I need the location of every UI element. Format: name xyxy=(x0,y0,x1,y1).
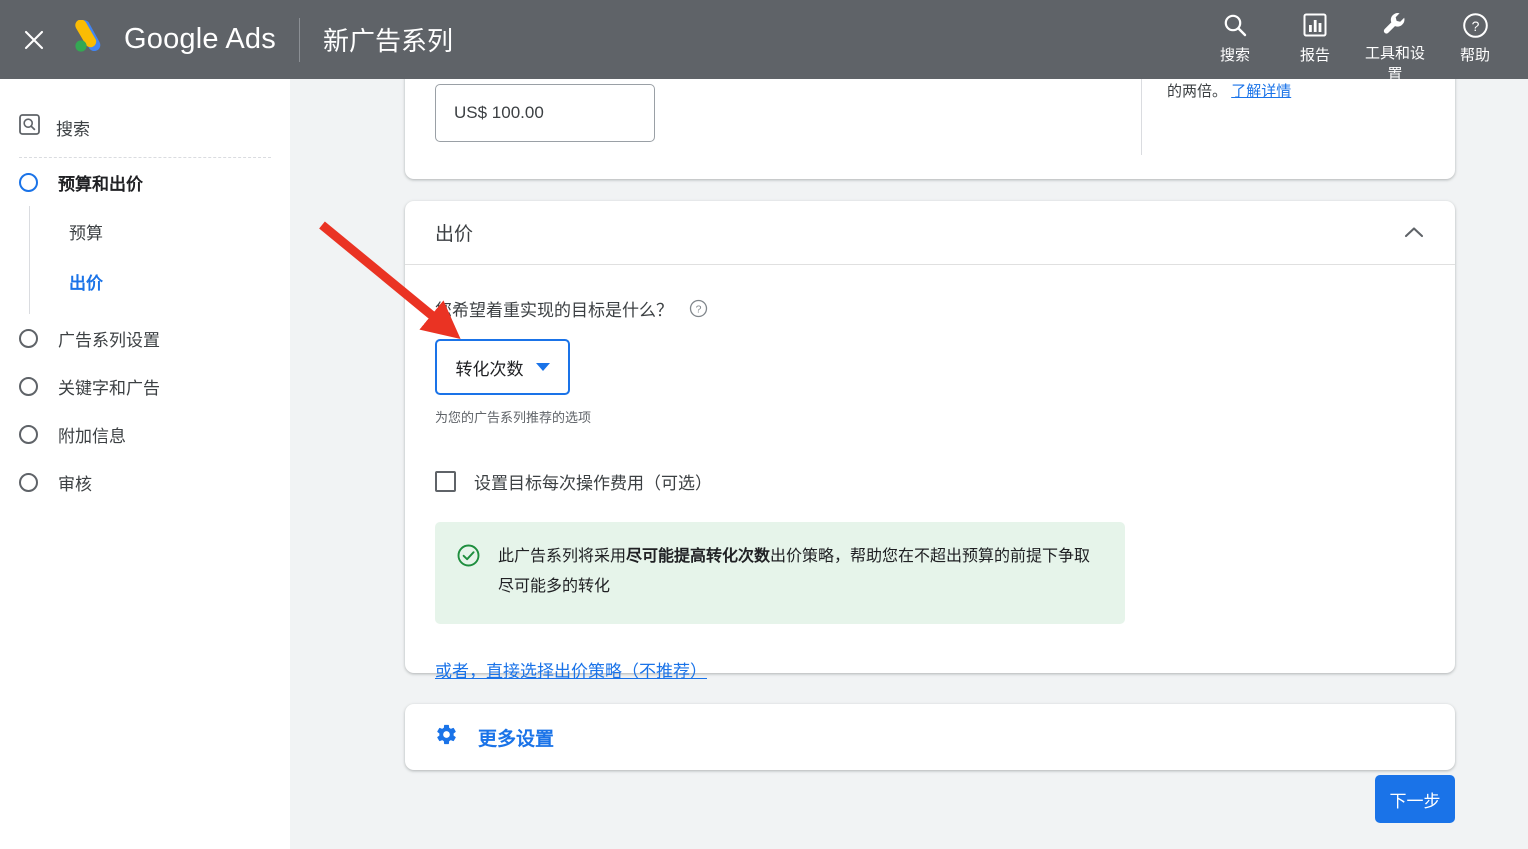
bidding-strategy-notice: 此广告系列将采用尽可能提高转化次数出价策略，帮助您在不超出预算的前提下争取尽可能… xyxy=(435,522,1125,624)
more-settings-label: 更多设置 xyxy=(478,724,554,751)
sidebar-item-search[interactable]: 搜索 xyxy=(0,105,290,149)
google-ads-brand[interactable]: Google Ads xyxy=(72,20,276,59)
top-app-bar: Google Ads 新广告系列 搜索 xyxy=(0,0,1528,79)
sidebar-step-review[interactable]: 审核 xyxy=(0,458,290,506)
bidding-goal-select-value: 转化次数 xyxy=(456,355,524,380)
check-circle-icon xyxy=(457,544,480,572)
sidebar-step-campaign-settings[interactable]: 广告系列设置 xyxy=(0,314,290,362)
header-action-search[interactable]: 搜索 xyxy=(1195,10,1275,79)
header-actions: 搜索 报告 工具和 xyxy=(1195,0,1528,79)
sidebar-step-label: 预算和出价 xyxy=(58,170,143,195)
sidebar-search-label: 搜索 xyxy=(56,115,90,140)
bidding-card-body: 您希望着重实现的目标是什么？ ? 转化次数 为您的广告系列推荐的选项 xyxy=(405,265,1455,682)
budget-card: US$ 100.00 一个月平均天数的乘积。有些天的实际支出可能低于每日预算，而… xyxy=(405,79,1455,179)
header-divider xyxy=(299,18,300,62)
sidebar-step-budget-and-bidding[interactable]: 预算和出价 xyxy=(0,158,290,206)
bidding-card-header: 出价 xyxy=(405,201,1455,265)
more-settings-card[interactable]: 更多设置 xyxy=(405,704,1455,770)
header-action-label: 工具和设置 xyxy=(1358,43,1432,79)
header-action-help[interactable]: ? 帮助 xyxy=(1435,10,1515,79)
main-content: US$ 100.00 一个月平均天数的乘积。有些天的实际支出可能低于每日预算，而… xyxy=(290,79,1528,849)
sidebar-step-keywords-and-ads[interactable]: 关键字和广告 xyxy=(0,362,290,410)
target-cpa-checkbox-row[interactable]: 设置目标每次操作费用（可选） xyxy=(435,469,1425,494)
step-radio-icon xyxy=(19,377,38,396)
page-title: 新广告系列 xyxy=(323,21,453,58)
sidebar-step-extensions[interactable]: 附加信息 xyxy=(0,410,290,458)
sidebar-step-label: 审核 xyxy=(58,470,92,495)
reports-bar-chart-icon xyxy=(1302,10,1328,40)
step-radio-icon xyxy=(19,473,38,492)
app-root: Google Ads 新广告系列 搜索 xyxy=(0,0,1528,849)
sidebar-substep-bidding[interactable]: 出价 xyxy=(30,256,290,306)
sidebar-step-label: 广告系列设置 xyxy=(58,326,160,351)
checkbox-unchecked-icon[interactable] xyxy=(435,471,456,492)
svg-text:?: ? xyxy=(696,303,702,315)
google-ads-logo-icon xyxy=(72,20,110,59)
wrench-tools-icon xyxy=(1381,10,1409,38)
learn-more-link[interactable]: 了解详情 xyxy=(1231,83,1291,100)
bidding-goal-question-row: 您希望着重实现的目标是什么？ ? xyxy=(435,295,1425,321)
bidding-strategy-notice-text: 此广告系列将采用尽可能提高转化次数出价策略，帮助您在不超出预算的前提下争取尽可能… xyxy=(498,542,1101,602)
header-action-label: 帮助 xyxy=(1438,45,1512,66)
help-question-icon: ? xyxy=(1462,10,1489,40)
sidebar-substep-budget[interactable]: 预算 xyxy=(30,206,290,256)
sidebar-substep-group: 预算 出价 xyxy=(29,206,290,314)
bidding-goal-hint: 为您的广告系列推荐的选项 xyxy=(435,407,1425,426)
sidebar-substep-label: 预算 xyxy=(69,219,103,244)
budget-help-text: 一个月平均天数的乘积。有些天的实际支出可能低于每日预算，而有些天的实际支出最多可… xyxy=(1141,79,1455,155)
bidding-card-title: 出价 xyxy=(435,219,473,246)
chevron-up-icon[interactable] xyxy=(1401,220,1427,246)
close-button[interactable] xyxy=(19,25,49,55)
step-radio-icon xyxy=(19,173,38,192)
bidding-goal-question: 您希望着重实现的目标是什么？ xyxy=(435,296,673,321)
sidebar-step-label: 关键字和广告 xyxy=(58,374,160,399)
header-action-label: 报告 xyxy=(1278,45,1352,66)
chevron-down-icon xyxy=(536,363,550,371)
sidebar-substep-label: 出价 xyxy=(69,269,103,294)
gear-icon xyxy=(435,723,458,751)
next-button[interactable]: 下一步 xyxy=(1375,775,1455,823)
step-radio-icon xyxy=(19,329,38,348)
search-icon xyxy=(1222,10,1248,40)
bidding-goal-select[interactable]: 转化次数 xyxy=(435,339,570,395)
daily-budget-input[interactable]: US$ 100.00 xyxy=(435,84,655,142)
sidebar-step-label: 附加信息 xyxy=(58,422,126,447)
notice-text-bold: 尽可能提高转化次数 xyxy=(626,548,770,565)
close-icon xyxy=(23,29,45,51)
sidebar: 搜索 预算和出价 预算 出价 广告系列设置 关键字和广告 附加信息 xyxy=(0,79,290,849)
more-settings-row[interactable]: 更多设置 xyxy=(405,704,1455,770)
search-box-icon xyxy=(19,114,40,140)
header-action-tools[interactable]: 工具和设置 xyxy=(1355,10,1435,79)
bidding-card: 出价 您希望着重实现的目标是什么？ ? xyxy=(405,201,1455,673)
step-radio-icon xyxy=(19,425,38,444)
target-cpa-checkbox-label: 设置目标每次操作费用（可选） xyxy=(474,469,712,494)
header-action-label: 搜索 xyxy=(1198,45,1272,66)
choose-bid-strategy-link[interactable]: 或者，直接选择出价策略（不推荐） xyxy=(435,657,707,682)
svg-text:?: ? xyxy=(1471,18,1479,34)
brand-name: Google Ads xyxy=(124,23,276,56)
notice-text-part1: 此广告系列将采用 xyxy=(498,548,626,565)
help-circle-icon[interactable]: ? xyxy=(689,299,708,318)
header-action-reports[interactable]: 报告 xyxy=(1275,10,1355,79)
